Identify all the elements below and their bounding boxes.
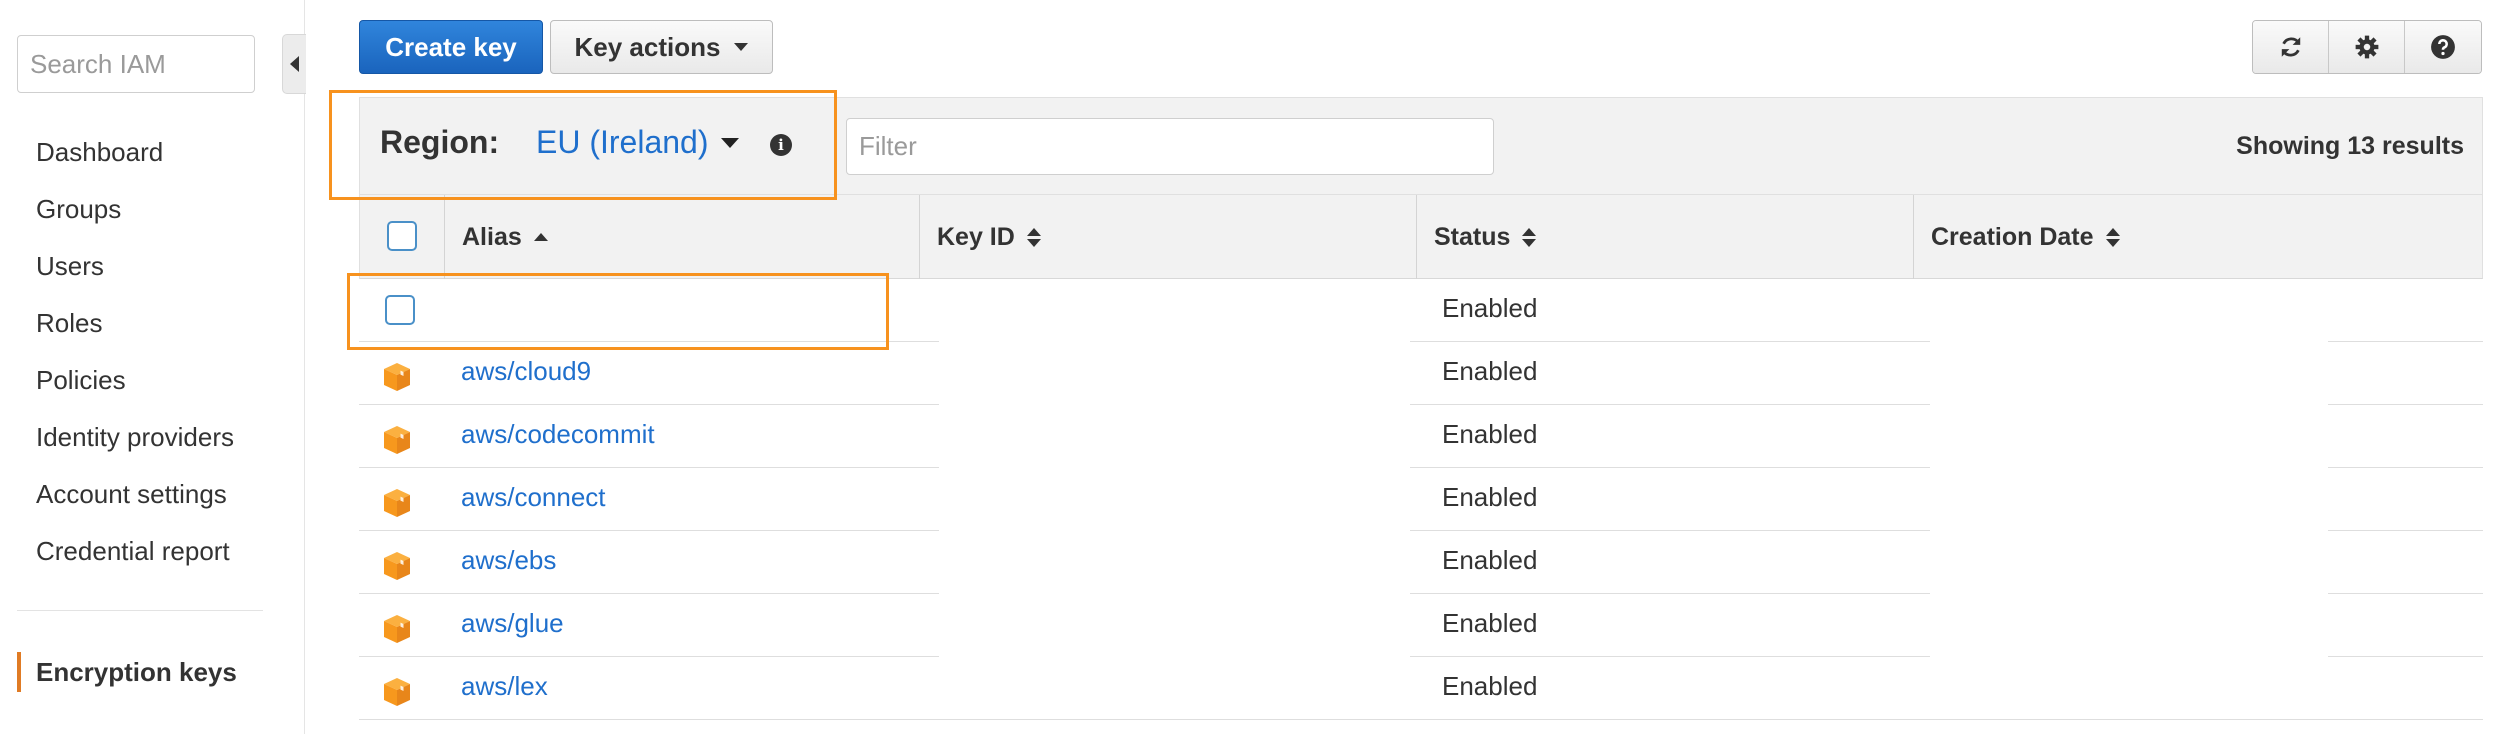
info-icon[interactable]: i <box>770 134 792 156</box>
row-checkbox[interactable] <box>385 295 415 325</box>
row-divider <box>359 341 939 342</box>
key-status: Enabled <box>1442 545 1538 575</box>
sidebar: Dashboard Groups Users Roles Policies Id… <box>0 0 306 734</box>
key-status: Enabled <box>1442 356 1538 386</box>
gear-icon <box>2355 35 2378 59</box>
table-header: Alias Key ID Status Creation Date <box>359 195 2483 279</box>
settings-button[interactable] <box>2329 21 2405 73</box>
results-count: Showing 13 results <box>2236 132 2464 160</box>
chevron-down-icon <box>720 137 739 148</box>
sidebar-item-dashboard[interactable]: Dashboard <box>36 134 234 191</box>
select-all-checkbox[interactable] <box>387 221 417 251</box>
column-label: Creation Date <box>1931 222 2094 251</box>
row-divider <box>359 719 2483 720</box>
column-header-alias[interactable]: Alias <box>444 195 919 279</box>
sidebar-item-identity-providers[interactable]: Identity providers <box>36 419 234 476</box>
table-row[interactable]: aws/codecommit Enabled <box>359 405 2483 468</box>
row-divider <box>359 656 939 657</box>
create-key-button[interactable]: Create key <box>359 20 543 74</box>
row-divider <box>1410 530 1930 531</box>
key-alias-link[interactable]: aws/glue <box>461 608 564 639</box>
sidebar-item-roles[interactable]: Roles <box>36 305 234 362</box>
refresh-button[interactable] <box>2253 21 2329 73</box>
row-divider <box>1410 404 1930 405</box>
column-header-creation-date[interactable]: Creation Date <box>1913 195 2482 279</box>
key-status: Enabled <box>1442 293 1538 323</box>
toolbar-icon-group <box>2252 20 2482 74</box>
row-divider <box>1410 593 1930 594</box>
column-label: Status <box>1434 222 1511 251</box>
key-actions-label: Key actions <box>574 31 721 62</box>
sidebar-item-encryption-keys[interactable]: Encryption keys <box>17 652 237 692</box>
row-divider <box>2328 404 2483 405</box>
sidebar-item-users[interactable]: Users <box>36 248 234 305</box>
collapse-sidebar-button[interactable] <box>282 34 306 94</box>
table-row[interactable]: aws/ebs Enabled <box>359 531 2483 594</box>
key-alias-link[interactable]: aws/cloud9 <box>461 356 591 387</box>
row-divider <box>359 404 939 405</box>
aws-managed-key-icon <box>384 678 410 706</box>
row-divider <box>1410 656 1930 657</box>
table-row[interactable]: aws/cloud9 Enabled <box>359 342 2483 405</box>
aws-managed-key-icon <box>384 552 410 580</box>
row-divider <box>2328 467 2483 468</box>
table-row[interactable]: Enabled <box>359 279 2483 342</box>
chevron-down-icon <box>734 43 749 51</box>
keys-panel-header: Region: EU (Ireland) i Showing 13 result… <box>359 97 2483 195</box>
key-alias-link[interactable]: aws/ebs <box>461 545 556 576</box>
row-divider <box>2328 656 2483 657</box>
help-icon <box>2431 35 2455 59</box>
column-header-key-id[interactable]: Key ID <box>919 195 1416 279</box>
aws-managed-key-icon <box>384 615 410 643</box>
sort-ascending-icon <box>533 233 548 241</box>
row-divider <box>1410 341 1930 342</box>
sort-icon <box>1026 227 1041 247</box>
row-divider <box>359 593 939 594</box>
row-divider <box>2328 530 2483 531</box>
key-alias-link[interactable]: aws/connect <box>461 482 606 513</box>
row-divider <box>359 467 939 468</box>
sort-icon <box>2105 227 2120 247</box>
sidebar-nav: Dashboard Groups Users Roles Policies Id… <box>36 134 234 590</box>
aws-managed-key-icon <box>384 489 410 517</box>
region-value: EU (Ireland) <box>536 124 709 160</box>
region-selector[interactable]: EU (Ireland) <box>536 124 739 161</box>
column-header-status[interactable]: Status <box>1416 195 1913 279</box>
row-divider <box>359 530 939 531</box>
table-row[interactable]: aws/glue Enabled <box>359 594 2483 657</box>
key-alias-link[interactable]: aws/codecommit <box>461 419 655 450</box>
sidebar-item-policies[interactable]: Policies <box>36 362 234 419</box>
row-divider <box>1410 467 1930 468</box>
key-status: Enabled <box>1442 671 1538 701</box>
table-row[interactable]: aws/connect Enabled <box>359 468 2483 531</box>
aws-managed-key-icon <box>384 426 410 454</box>
table-row[interactable]: aws/lex Enabled <box>359 657 2483 720</box>
aws-managed-key-icon <box>384 363 410 391</box>
key-alias-link[interactable]: aws/lex <box>461 671 548 702</box>
region-label: Region: <box>380 124 500 160</box>
search-input[interactable] <box>17 35 255 93</box>
sort-icon <box>1522 227 1537 247</box>
row-divider <box>2328 593 2483 594</box>
column-label: Key ID <box>937 222 1015 251</box>
sidebar-item-groups[interactable]: Groups <box>36 191 234 248</box>
key-status: Enabled <box>1442 419 1538 449</box>
key-status: Enabled <box>1442 608 1538 638</box>
sidebar-item-account-settings[interactable]: Account settings <box>36 476 234 533</box>
refresh-icon <box>2281 37 2300 57</box>
column-label: Alias <box>462 222 522 251</box>
row-divider <box>2328 341 2483 342</box>
sidebar-divider <box>17 610 263 611</box>
help-button[interactable] <box>2405 21 2481 73</box>
filter-input[interactable] <box>846 118 1494 175</box>
key-actions-button[interactable]: Key actions <box>550 20 773 74</box>
sidebar-item-credential-report[interactable]: Credential report <box>36 533 234 590</box>
key-status: Enabled <box>1442 482 1538 512</box>
chevron-left-icon <box>290 56 299 72</box>
